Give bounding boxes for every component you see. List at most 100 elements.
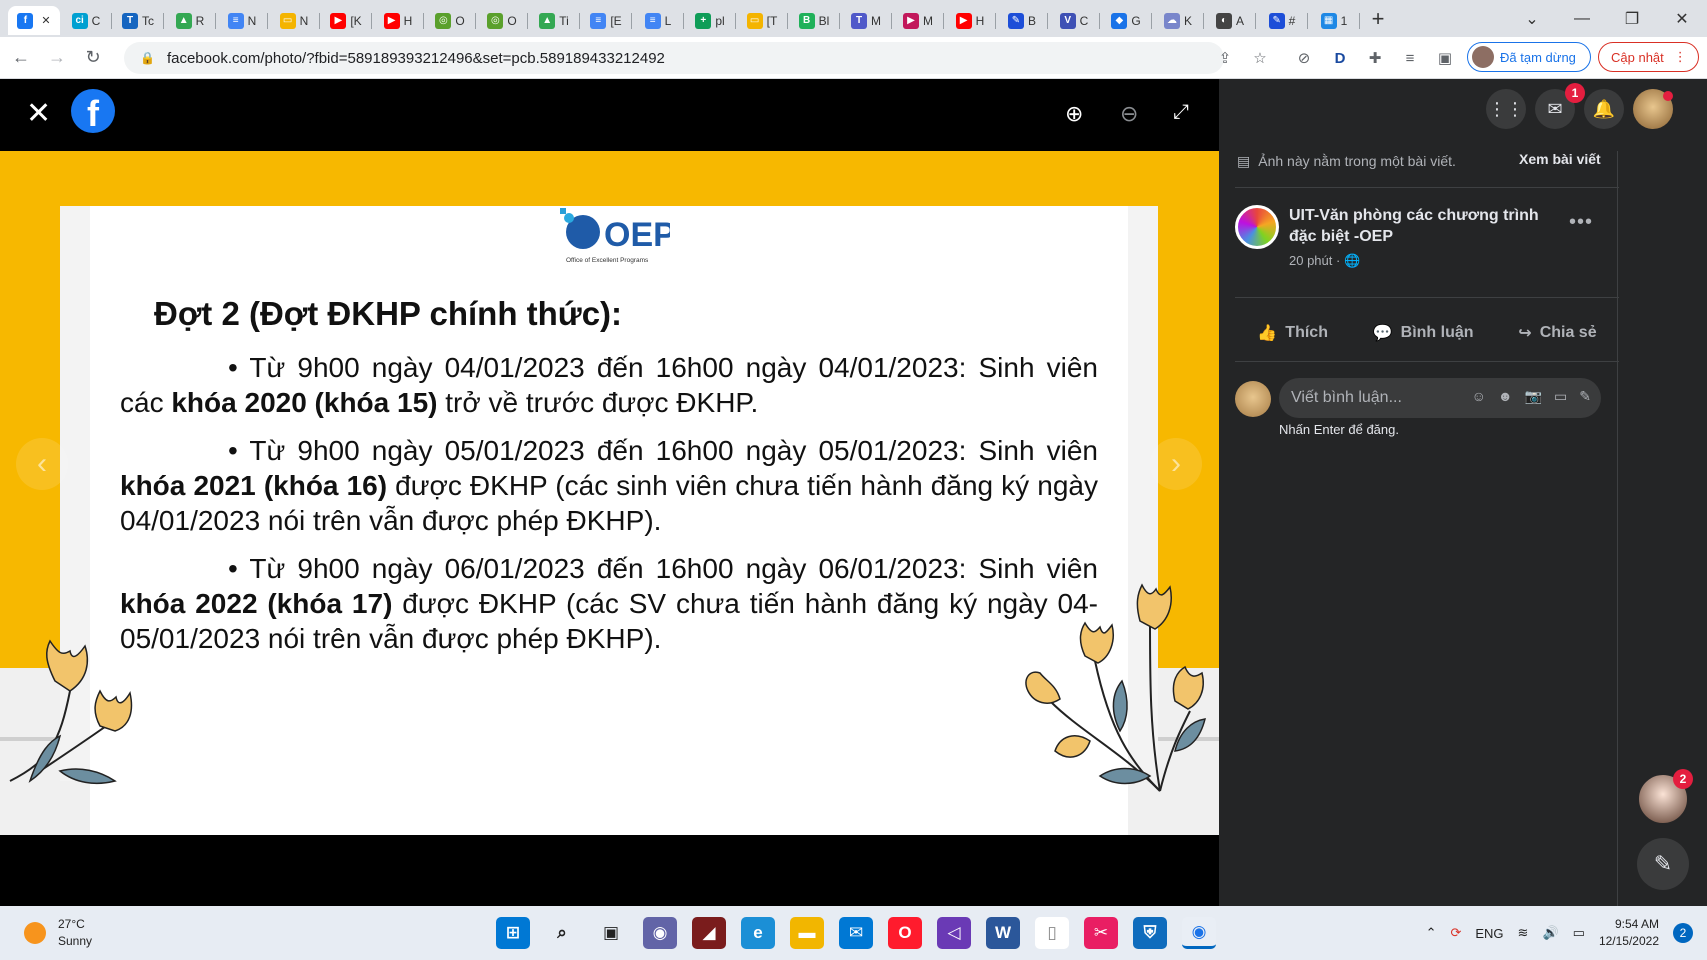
wifi-icon[interactable]: ≋: [1518, 925, 1529, 941]
notepad-icon[interactable]: ▯: [1035, 917, 1069, 949]
chat-icon[interactable]: ◉: [643, 917, 677, 949]
tab-title: N: [299, 13, 309, 28]
browser-tab[interactable]: f ✕: [8, 6, 60, 35]
browser-tab[interactable]: ▭ [T: [736, 6, 788, 35]
address-bar[interactable]: 🔒 facebook.com/photo/?fbid=5891893932124…: [124, 42, 1224, 74]
share-icon[interactable]: ⇪: [1212, 45, 1238, 71]
close-window-button[interactable]: ✕: [1657, 0, 1707, 37]
tab-favicon-icon: T: [122, 12, 138, 29]
visual-studio-icon[interactable]: ◁: [937, 917, 971, 949]
menu-grid-icon[interactable]: ⋮⋮: [1486, 89, 1526, 129]
battery-icon[interactable]: ▭: [1573, 925, 1585, 941]
next-photo-button[interactable]: ›: [1150, 438, 1202, 490]
fullscreen-icon[interactable]: ⤢: [1173, 101, 1189, 124]
notification-badge[interactable]: 2: [1673, 923, 1693, 943]
browser-tab[interactable]: ▲ R: [164, 6, 216, 35]
extensions-puzzle-icon[interactable]: ✚: [1362, 45, 1388, 71]
maximize-button[interactable]: ❐: [1607, 0, 1657, 37]
language-indicator[interactable]: ENG: [1475, 926, 1503, 941]
comment-button[interactable]: 💬 Bình luận: [1373, 323, 1474, 343]
close-tab-icon[interactable]: ✕: [41, 14, 50, 27]
browser-tab[interactable]: ✎ B: [996, 6, 1048, 35]
page-name[interactable]: UIT-Văn phòng các chương trình đặc biệt …: [1289, 205, 1549, 247]
search-icon[interactable]: ⌕: [545, 917, 579, 949]
slide-text: Từ 9h00 ngày 06/01/2023 đến 16h00 ngày 0…: [237, 553, 1098, 584]
browser-tab[interactable]: ▶ H: [372, 6, 424, 35]
browser-tab[interactable]: ≡ L: [632, 6, 684, 35]
gif-icon[interactable]: ▭: [1554, 388, 1567, 405]
browser-tab[interactable]: ◐ A: [1204, 6, 1256, 35]
browser-tab[interactable]: ◎ O: [476, 6, 528, 35]
avatar-sticker-icon[interactable]: ☺: [1472, 388, 1486, 405]
like-button[interactable]: 👍 Thích: [1257, 323, 1328, 343]
more-menu-icon: ⋮: [1673, 49, 1687, 64]
browser-tab[interactable]: ≡ [E: [580, 6, 632, 35]
forward-button[interactable]: →: [42, 43, 72, 73]
browser-tab[interactable]: ☁ K: [1152, 6, 1204, 35]
post-time[interactable]: 20 phút · 🌐: [1289, 253, 1360, 269]
update-button[interactable]: Cập nhật ⋮: [1598, 42, 1699, 72]
share-button[interactable]: ↪ Chia sẻ: [1518, 323, 1596, 343]
notifications-icon[interactable]: 🔔: [1584, 89, 1624, 129]
browser-tab[interactable]: ▭ N: [268, 6, 320, 35]
browser-tab[interactable]: ▦ 1: [1308, 6, 1360, 35]
browser-tab[interactable]: ci C: [60, 6, 112, 35]
bookmark-star-icon[interactable]: ☆: [1247, 45, 1273, 71]
reading-list-icon[interactable]: ≡: [1397, 45, 1423, 71]
back-button[interactable]: ←: [6, 43, 36, 73]
camera-icon[interactable]: 📷: [1525, 388, 1542, 405]
browser-tab[interactable]: ≡ N: [216, 6, 268, 35]
page-avatar[interactable]: [1235, 205, 1279, 249]
browser-tab[interactable]: ▶ [K: [320, 6, 372, 35]
facebook-logo[interactable]: f: [71, 89, 115, 133]
snipping-tool-icon[interactable]: ✂: [1084, 917, 1118, 949]
weather-widget[interactable]: 27°C Sunny: [24, 916, 92, 950]
task-view-icon[interactable]: ▣: [594, 917, 628, 949]
opera-icon[interactable]: O: [888, 917, 922, 949]
profile-paused-button[interactable]: Đã tạm dừng: [1467, 42, 1591, 72]
previous-photo-button[interactable]: ‹: [16, 438, 68, 490]
tab-search-icon[interactable]: ⌄: [1507, 0, 1557, 37]
reload-button[interactable]: ↻: [78, 43, 108, 73]
browser-tab[interactable]: ◎ O: [424, 6, 476, 35]
browser-tab[interactable]: TM: [840, 6, 892, 35]
start-icon[interactable]: ⊞: [496, 917, 530, 949]
chevron-up-icon[interactable]: ⌃: [1426, 925, 1437, 941]
tab-favicon-icon: ≡: [590, 12, 607, 29]
zoom-in-icon[interactable]: ⊕: [1065, 101, 1083, 127]
browser-tab[interactable]: ✎ #: [1256, 6, 1308, 35]
browser-tab[interactable]: VC: [1048, 6, 1100, 35]
browser-tab[interactable]: ▶ H: [944, 6, 996, 35]
new-tab-button[interactable]: +: [1362, 5, 1394, 33]
slide-paragraph: • Từ 9h00 ngày 04/01/2023 đến 16h00 ngày…: [120, 350, 1098, 420]
app-icon[interactable]: ◢: [692, 917, 726, 949]
chrome-icon[interactable]: ◉: [1182, 917, 1216, 949]
browser-tab[interactable]: T Tc: [112, 6, 164, 35]
close-viewer-icon[interactable]: ✕: [26, 99, 51, 129]
browser-tab[interactable]: ▲ Ti: [528, 6, 580, 35]
clock[interactable]: 9:54 AM 12/15/2022: [1599, 916, 1659, 950]
sticker-icon[interactable]: ✎: [1579, 388, 1591, 405]
mail-icon[interactable]: ✉: [839, 917, 873, 949]
browser-tab[interactable]: B Bl: [788, 6, 840, 35]
emoji-icon[interactable]: ☻: [1498, 388, 1513, 405]
zoom-out-icon[interactable]: ⊖: [1120, 101, 1138, 127]
comment-input[interactable]: Viết bình luận... ☺ ☻ 📷 ▭ ✎: [1279, 378, 1601, 418]
browser-tab[interactable]: ▶ M: [892, 6, 944, 35]
dict-extension-icon[interactable]: D: [1327, 45, 1353, 71]
minimize-button[interactable]: —: [1557, 0, 1607, 37]
file-explorer-icon[interactable]: ▬: [790, 917, 824, 949]
word-icon[interactable]: W: [986, 917, 1020, 949]
browser-tab[interactable]: ◆ G: [1100, 6, 1152, 35]
post-options-icon[interactable]: •••: [1569, 211, 1593, 234]
edge-icon[interactable]: e: [741, 917, 775, 949]
compass-extension-icon[interactable]: ⊘: [1291, 45, 1317, 71]
browser-tab[interactable]: + pl: [684, 6, 736, 35]
volume-icon[interactable]: 🔊: [1542, 925, 1558, 941]
side-panel-icon[interactable]: ▣: [1432, 45, 1458, 71]
new-message-icon[interactable]: ✎: [1637, 838, 1689, 890]
tab-title: M: [871, 13, 881, 28]
app-icon[interactable]: ⛨: [1133, 917, 1167, 949]
see-post-link[interactable]: Xem bài viết: [1519, 151, 1601, 167]
sync-icon[interactable]: ⟳: [1450, 925, 1461, 941]
